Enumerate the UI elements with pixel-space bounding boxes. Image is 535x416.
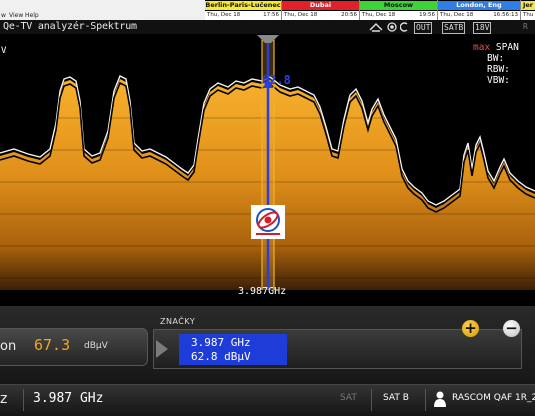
window-menubar: w View Help <box>0 0 205 21</box>
status-frequency[interactable]: 3.987 GHz <box>33 391 103 406</box>
clock-datetime: Thu, Dec 18 19:56 <box>360 11 437 20</box>
clock-datetime: Thu, Dec 18 17:56 <box>205 11 281 20</box>
clock-date: Thu, Dec 18 <box>207 12 241 18</box>
level-display[interactable]: on 67.3 dBµV <box>0 328 148 366</box>
clock-date: Thu <box>523 12 534 18</box>
record-icon[interactable] <box>386 22 398 32</box>
status-satellite-input[interactable]: SAT B <box>383 393 409 403</box>
zoom-in-icon: + <box>464 319 477 337</box>
clock-datetime: Thu, Dec 18 20:56 <box>282 11 359 20</box>
clock-berlin: Berlin-Paris-Lučenec Thu, Dec 18 17:56 <box>205 0 282 20</box>
readout-max: max <box>473 42 491 53</box>
marker-peak-value: 62.8 <box>262 73 291 87</box>
zoom-out-icon: − <box>505 319 518 337</box>
clock-date: Thu, Dec 18 <box>362 12 396 18</box>
divider <box>23 389 24 411</box>
clock-time: 17:56 <box>263 12 279 18</box>
marker-level-value: 62.8 dBµV <box>191 350 251 363</box>
world-clocks: Berlin-Paris-Lučenec Thu, Dec 18 17:56 D… <box>205 0 535 20</box>
y-axis-unit-label: V <box>1 46 7 56</box>
zoom-out-button[interactable]: − <box>503 320 520 337</box>
clock-time: 16:56:13 <box>493 12 518 18</box>
signal-icon <box>369 22 383 32</box>
markers-title: ZNAČKY <box>160 317 196 326</box>
readout-span: max SPAN <box>473 42 535 53</box>
clock-city: Dubai <box>282 1 359 10</box>
marker-expand-icon[interactable] <box>156 340 168 358</box>
level-value: 67.3 <box>34 336 71 354</box>
control-panel: on 67.3 dBµV ZNAČKY 3.987 GHz 62.8 dBµV … <box>0 306 535 392</box>
user-icon <box>434 391 446 407</box>
clock-london: London, Eng Thu, Dec 18 16:56:13 <box>438 0 521 20</box>
readout-span-label: SPAN <box>495 42 519 53</box>
analyzer-readouts: max SPAN BW: RBW: VBW: <box>473 42 535 86</box>
level-unit: dBµV <box>84 341 108 351</box>
readout-bw: BW: <box>487 53 505 64</box>
divider <box>371 389 372 411</box>
clock-date: Thu, Dec 18 <box>440 12 474 18</box>
marker-values: 3.987 GHz 62.8 dBµV <box>179 334 287 365</box>
clock-moscow: Moscow Thu, Dec 18 19:56 <box>360 0 438 20</box>
settings-icon[interactable] <box>400 22 410 32</box>
level-label: on <box>0 339 17 354</box>
bottom-statusbar: z 3.987 GHz SAT SAT B RASCOM QAF 1R_2 <box>0 384 535 416</box>
unit-fragment: z <box>0 391 8 407</box>
satb-indicator: SATB <box>442 22 466 34</box>
app-logo-icon <box>251 205 285 239</box>
app-title: Qe-TV analyzér-Spektrum <box>3 21 137 32</box>
clock-datetime: Thu <box>521 11 535 20</box>
marker-frequency-label: 3.987GHz <box>238 286 287 297</box>
menu-item-help[interactable]: Help <box>25 12 39 19</box>
analyzer-titlebar: Qe-TV analyzér-Spektrum OUT SATB 18V R <box>0 20 535 34</box>
clock-datetime: Thu, Dec 18 16:56:13 <box>438 11 520 20</box>
clock-city: Berlin-Paris-Lučenec <box>205 1 281 10</box>
divider <box>425 389 426 411</box>
clock-time: 20:56 <box>341 12 357 18</box>
status-tail: R <box>523 22 528 31</box>
readout-vbw: VBW: <box>487 75 510 86</box>
readout-rbw: RBW: <box>487 64 510 75</box>
marker-frequency-value: 3.987 GHz <box>191 336 251 349</box>
menu-item-view[interactable]: View <box>9 12 23 19</box>
clock-dubai: Dubai Thu, Dec 18 20:56 <box>282 0 360 20</box>
clock-jerusalem: Jer Thu <box>521 0 535 20</box>
lnb-voltage-indicator: 18V <box>473 22 492 34</box>
clock-time: 19:56 <box>419 12 435 18</box>
menu-item-window[interactable]: w <box>1 12 6 19</box>
satellite-icon: SAT <box>340 393 357 403</box>
clock-city: London, Eng <box>438 1 520 10</box>
clock-city: Jer <box>521 1 535 10</box>
output-indicator: OUT <box>414 22 433 34</box>
zoom-in-button[interactable]: + <box>462 320 479 337</box>
clock-date: Thu, Dec 18 <box>284 12 318 18</box>
clock-city: Moscow <box>360 1 437 10</box>
status-transponder-name[interactable]: RASCOM QAF 1R_2 <box>452 393 535 403</box>
